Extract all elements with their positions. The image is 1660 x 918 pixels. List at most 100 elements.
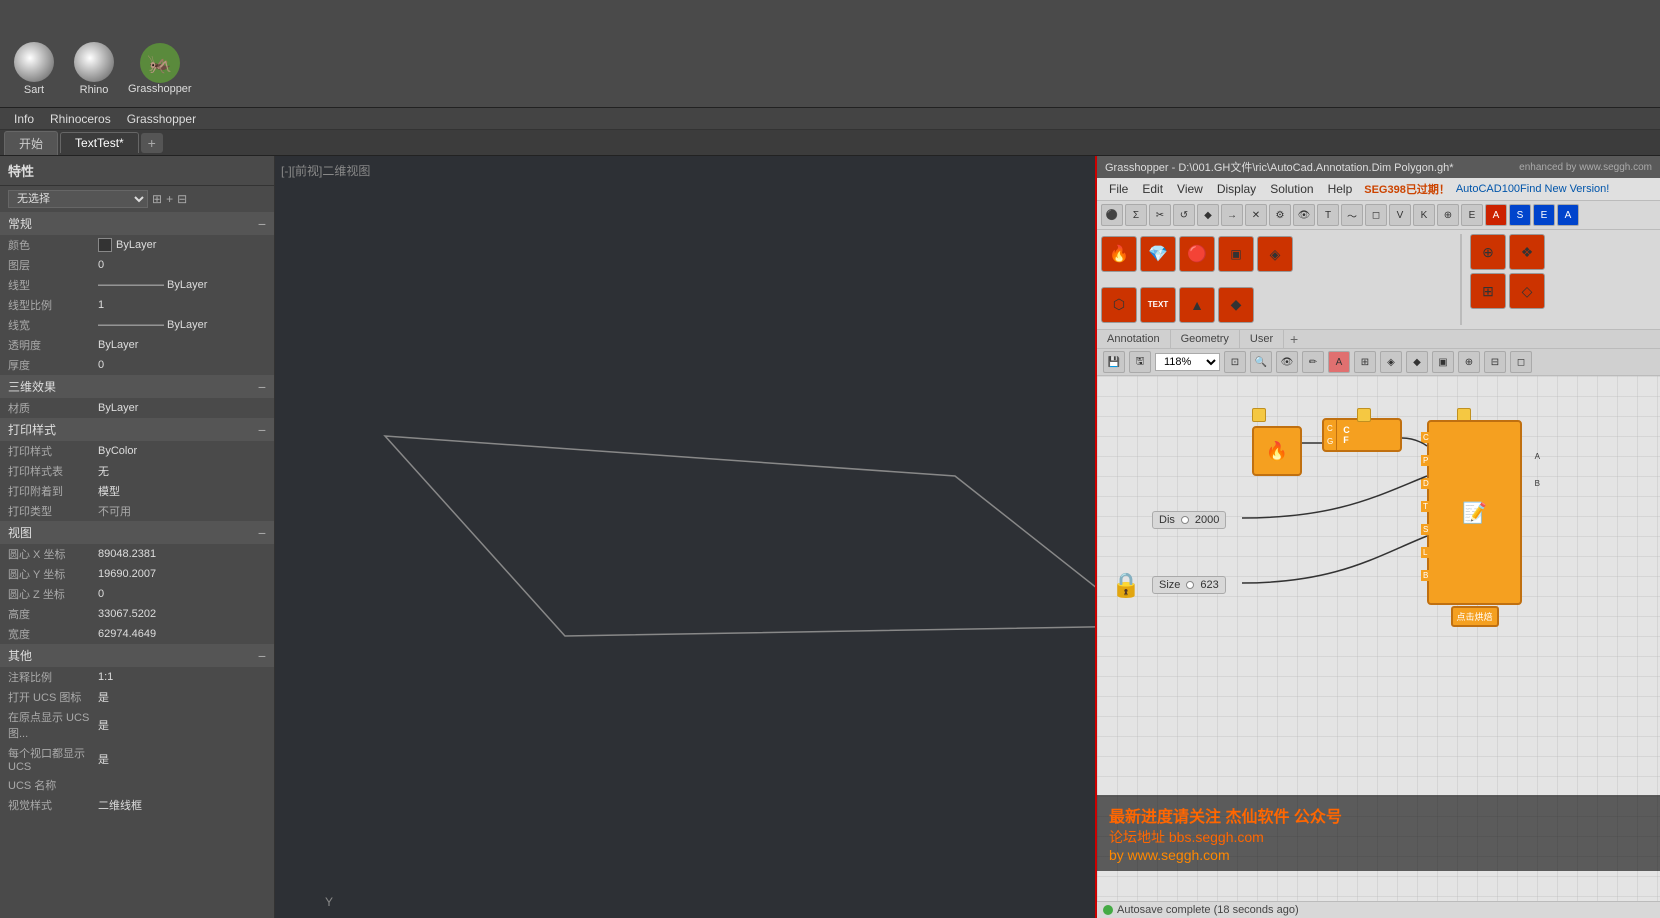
gh-title-bar: Grasshopper - D:\001.GH文件\ric\AutoCad.An… — [1097, 156, 1660, 178]
grasshopper-button[interactable]: 🦗 Grasshopper — [124, 35, 196, 103]
gh-tab-annotation[interactable]: Annotation — [1097, 330, 1171, 348]
gh-tool-t2[interactable]: ⊕ — [1437, 204, 1459, 226]
gh-puzzle-icon[interactable]: ⊞ — [1354, 351, 1376, 373]
gh-tool-e2[interactable]: E — [1533, 204, 1555, 226]
gh-a-icon[interactable]: A — [1328, 351, 1350, 373]
gh-big-node[interactable]: C P D T S L B 📝 A B 点击烘焙 — [1427, 420, 1522, 605]
gh-zoom-icon[interactable]: 🔍 — [1250, 351, 1272, 373]
prop-print-type: 打印类型 不可用 — [0, 501, 274, 521]
gh-floppy-icon[interactable]: 🖫 — [1129, 351, 1151, 373]
section-print[interactable]: 打印样式 − — [0, 418, 274, 441]
section-print-toggle[interactable]: − — [258, 422, 266, 438]
viewport[interactable]: [-][前视]二维视图 Y — [275, 156, 1095, 918]
gh-canvas[interactable]: 🔒 🔥 C G CF — [1097, 376, 1660, 901]
dropdown-icon2[interactable]: + — [166, 192, 173, 206]
gh-tool-shape[interactable]: ◻ — [1365, 204, 1387, 226]
gh-output-1 — [1252, 408, 1266, 422]
gh-comp-11[interactable]: ❖ — [1509, 234, 1545, 270]
gh-tool-scissors[interactable]: ✂ — [1149, 204, 1171, 226]
gh-tool-cross[interactable]: ✕ — [1245, 204, 1267, 226]
tab-texttest[interactable]: TextTest* — [60, 132, 139, 153]
gh-tool-gear[interactable]: ⚙ — [1269, 204, 1291, 226]
rhino-label: Rhino — [80, 84, 109, 96]
gh-menu-edit[interactable]: Edit — [1136, 180, 1169, 198]
gh-comp-5[interactable]: ◈ — [1257, 236, 1293, 272]
dropdown-icon3[interactable]: ⊟ — [177, 192, 187, 206]
gh-menu-file[interactable]: File — [1103, 180, 1134, 198]
section-general[interactable]: 常规 − — [0, 212, 274, 235]
gh-tool-k[interactable]: K — [1413, 204, 1435, 226]
gh-tool-arrow[interactable]: → — [1221, 204, 1243, 226]
gh-tool-text[interactable]: T — [1317, 204, 1339, 226]
gh-node-1[interactable]: 🔥 — [1252, 426, 1302, 476]
section-3d[interactable]: 三维效果 − — [0, 375, 274, 398]
section-other[interactable]: 其他 − — [0, 644, 274, 667]
gh-comp-4[interactable]: ▣ — [1218, 236, 1254, 272]
gh-pen-icon[interactable]: ✏ — [1302, 351, 1324, 373]
gh-dis-node[interactable]: Dis 2000 — [1152, 511, 1226, 529]
menu-bar: Info Rhinoceros Grasshopper — [0, 108, 1660, 130]
gh-enhanced-by: enhanced by www.seggh.com — [1519, 162, 1652, 173]
gh-size-node[interactable]: Size 623 — [1152, 576, 1226, 594]
sart-button[interactable]: Sart — [4, 35, 64, 103]
gh-tool-eye[interactable]: 👁 — [1293, 204, 1315, 226]
gh-tab-geometry[interactable]: Geometry — [1171, 330, 1240, 348]
gh-tool-a1[interactable]: A — [1485, 204, 1507, 226]
selection-dropdown[interactable]: 无选择 — [8, 190, 148, 208]
rhino-icon — [74, 42, 114, 82]
menu-rhinoceros[interactable]: Rhinoceros — [42, 110, 119, 128]
gh-icon-misc5[interactable]: ⊟ — [1484, 351, 1506, 373]
section-view[interactable]: 视图 − — [0, 521, 274, 544]
rhino-button[interactable]: Rhino — [64, 35, 124, 103]
gh-comp-3[interactable]: 🔴 — [1179, 236, 1215, 272]
section-other-toggle[interactable]: − — [258, 648, 266, 664]
gh-comp-1[interactable]: 🔥 — [1101, 236, 1137, 272]
gh-tool-s[interactable]: S — [1509, 204, 1531, 226]
gh-comp-2[interactable]: 💎 — [1140, 236, 1176, 272]
gh-fit-icon[interactable]: ⊡ — [1224, 351, 1246, 373]
gh-icon-misc1[interactable]: ◈ — [1380, 351, 1402, 373]
gh-icon-misc4[interactable]: ⊕ — [1458, 351, 1480, 373]
gh-comp-6[interactable]: ⬡ — [1101, 287, 1137, 323]
prop-linewidth: 线宽 —————— ByLayer — [0, 315, 274, 335]
tab-add-button[interactable]: + — [141, 133, 163, 153]
gh-tool-a2[interactable]: A — [1557, 204, 1579, 226]
menu-info[interactable]: Info — [6, 110, 42, 128]
gh-tab-add[interactable]: + — [1284, 330, 1304, 348]
gh-tool-v[interactable]: V — [1389, 204, 1411, 226]
gh-icon-misc6[interactable]: ◻ — [1510, 351, 1532, 373]
gh-tool-e[interactable]: E — [1461, 204, 1483, 226]
dropdown-icon1[interactable]: ⊞ — [152, 192, 162, 206]
prop-material: 材质 ByLayer — [0, 398, 274, 418]
bake-button[interactable]: 点击烘焙 — [1450, 606, 1498, 627]
gh-comp-12[interactable]: ⊞ — [1470, 273, 1506, 309]
gh-comp-7[interactable]: TEXT — [1140, 287, 1176, 323]
gh-connector-cfg[interactable]: C G CF — [1322, 418, 1402, 452]
menu-grasshopper[interactable]: Grasshopper — [119, 110, 204, 128]
gh-menu-solution[interactable]: Solution — [1264, 180, 1319, 198]
gh-comp-13[interactable]: ◇ — [1509, 273, 1545, 309]
gh-eye2-icon[interactable]: 👁 — [1276, 351, 1298, 373]
gh-tool-sigma[interactable]: Σ — [1125, 204, 1147, 226]
gh-icon-misc2[interactable]: ◆ — [1406, 351, 1428, 373]
gh-comp-10[interactable]: ⊕ — [1470, 234, 1506, 270]
gh-menu-view[interactable]: View — [1171, 180, 1209, 198]
viewport-polygon: Y — [275, 156, 1095, 918]
gh-comp-9[interactable]: ◆ — [1218, 287, 1254, 323]
gh-tool-wave[interactable]: 〜 — [1341, 204, 1363, 226]
gh-menu-help[interactable]: Help — [1322, 180, 1359, 198]
gh-zoom-select[interactable]: 118% — [1155, 353, 1220, 371]
gh-comp-8[interactable]: ▲ — [1179, 287, 1215, 323]
section-3d-toggle[interactable]: − — [258, 379, 266, 395]
gh-icon-misc3[interactable]: ▣ — [1432, 351, 1454, 373]
gh-save-icon[interactable]: 💾 — [1103, 351, 1125, 373]
gh-tool-diamond[interactable]: ◆ — [1197, 204, 1219, 226]
gh-menu-display[interactable]: Display — [1211, 180, 1262, 198]
gh-output-2 — [1357, 408, 1371, 422]
gh-tool-rotate[interactable]: ↺ — [1173, 204, 1195, 226]
gh-tab-user[interactable]: User — [1240, 330, 1284, 348]
tab-start[interactable]: 开始 — [4, 131, 58, 155]
section-general-toggle[interactable]: − — [258, 216, 266, 232]
gh-tool-circle[interactable]: ⚫ — [1101, 204, 1123, 226]
section-view-toggle[interactable]: − — [258, 525, 266, 541]
